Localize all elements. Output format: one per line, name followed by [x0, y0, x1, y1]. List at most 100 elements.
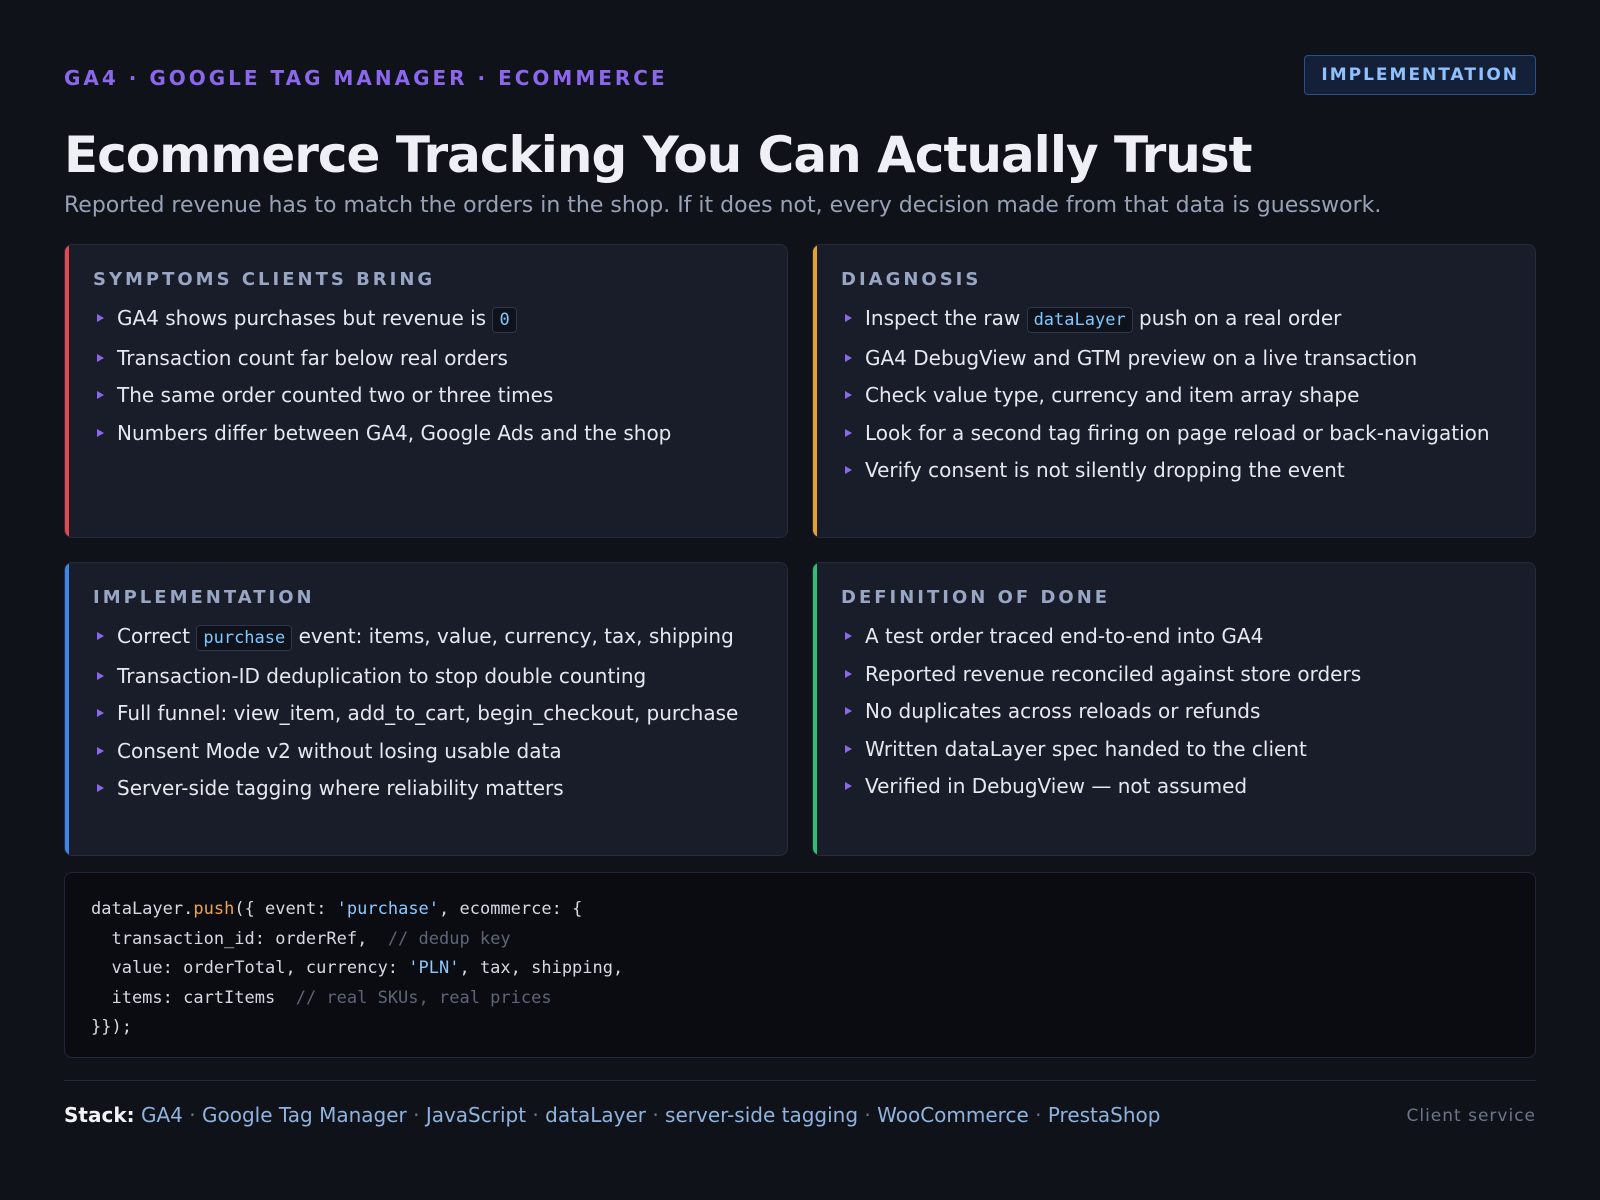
list-item-text: Inspect the raw: [865, 306, 1027, 330]
list-item-text: No duplicates across reloads or refunds: [865, 699, 1261, 723]
list-item-text: Verify consent is not silently dropping …: [865, 458, 1345, 482]
bullet-triangle-icon: [845, 632, 852, 640]
stack-item: PrestaShop: [1047, 1103, 1161, 1127]
list-item: Inspect the raw dataLayer push on a real…: [841, 300, 1511, 340]
bullet-triangle-icon: [97, 428, 104, 437]
list-item: Server-side tagging where reliability ma…: [93, 770, 763, 808]
inline-code: 0: [492, 307, 517, 333]
list-item: Verified in DebugView — not assumed: [841, 768, 1511, 806]
bullet-triangle-icon: [97, 671, 104, 680]
implementation-badge: IMPLEMENTATION: [1304, 55, 1536, 95]
list-item: Check value type, currency and item arra…: [841, 377, 1511, 415]
done-heading: DEFINITION OF DONE: [841, 587, 1111, 608]
inline-code: dataLayer: [1026, 307, 1133, 333]
list-item-text: Look for a second tag firing on page rel…: [865, 420, 1490, 445]
bullet-triangle-icon: [845, 314, 852, 322]
diagnosis-accent-bar: [813, 245, 817, 537]
symptoms-accent-bar: [65, 245, 69, 537]
list-item: GA4 shows purchases but revenue is 0: [93, 300, 763, 340]
bullet-triangle-icon: [845, 466, 852, 474]
list-item: A test order traced end-to-end into GA4: [841, 618, 1511, 656]
list-item-text: event: items, value, currency, tax, ship…: [292, 624, 734, 648]
code-string: 'purchase': [336, 899, 440, 919]
list-item: The same order counted two or three time…: [93, 377, 763, 415]
bullet-triangle-icon: [845, 782, 852, 790]
implementation-accent-bar: [65, 563, 69, 855]
bullet-triangle-icon: [845, 669, 852, 678]
bullet-triangle-icon: [97, 391, 104, 399]
code-text: value: orderTotal, currency:: [91, 958, 409, 978]
bullet-triangle-icon: [97, 784, 104, 792]
footer: Stack: GA4 · Google Tag Manager · JavaSc…: [64, 1103, 1536, 1133]
stack-separator: ·: [645, 1103, 666, 1127]
stack-item: server-side tagging: [665, 1103, 859, 1127]
diagnosis-heading: DIAGNOSIS: [841, 269, 982, 290]
list-item-text: Transaction-ID deduplication to stop dou…: [117, 663, 647, 688]
bullet-triangle-icon: [97, 314, 104, 322]
diagnosis-card: DIAGNOSIS Inspect the raw dataLayer push…: [812, 244, 1536, 538]
code-text: transaction_id: orderRef,: [91, 928, 388, 949]
list-item: Consent Mode v2 without losing usable da…: [93, 733, 763, 771]
code-text: , tax, shipping,: [459, 958, 624, 978]
tech-stack: Stack: GA4 · Google Tag Manager · JavaSc…: [64, 1103, 1160, 1127]
page-subtitle: Reported revenue has to match the orders…: [64, 193, 1382, 218]
list-item-text: push on a real order: [1132, 306, 1342, 330]
list-item-text: Numbers differ between GA4, Google Ads a…: [117, 420, 672, 445]
stack-items: GA4 · Google Tag Manager · JavaScript · …: [141, 1103, 1160, 1127]
code-string: 'PLN': [408, 958, 460, 978]
stack-item: JavaScript: [425, 1103, 527, 1127]
list-item: Numbers differ between GA4, Google Ads a…: [93, 415, 763, 453]
symptoms-list: GA4 shows purchases but revenue is 0 Tran…: [93, 300, 763, 452]
list-item: Transaction count far below real orders: [93, 340, 763, 378]
symptoms-card: SYMPTOMS CLIENTS BRING GA4 shows purchas…: [64, 244, 788, 538]
bullet-triangle-icon: [845, 428, 852, 437]
list-item: GA4 DebugView and GTM preview on a live …: [841, 340, 1511, 378]
code-text: ({ event:: [234, 899, 337, 919]
top-bar: GA4 · GOOGLE TAG MANAGER · ECOMMERCE IMP…: [64, 55, 1536, 97]
implementation-heading: IMPLEMENTATION: [93, 587, 315, 608]
stack-separator: ·: [526, 1103, 546, 1127]
diagnosis-list: Inspect the raw dataLayer push on a real…: [841, 300, 1511, 490]
bullet-triangle-icon: [97, 632, 104, 640]
bullet-triangle-icon: [97, 746, 104, 755]
stack-item: GA4: [140, 1103, 183, 1127]
list-item: Full funnel: view_item, add_to_cart, beg…: [93, 695, 763, 733]
list-item: Look for a second tag firing on page rel…: [841, 415, 1511, 453]
code-comment: // real SKUs, real prices: [295, 987, 552, 1008]
stack-separator: ·: [182, 1103, 202, 1127]
list-item-text: Written dataLayer spec handed to the cli…: [865, 736, 1307, 761]
list-item-text: Verified in DebugView — not assumed: [865, 774, 1248, 798]
definition-of-done-card: DEFINITION OF DONE A test order traced e…: [812, 562, 1536, 856]
bullet-triangle-icon: [97, 709, 104, 717]
stack-item: Google Tag Manager: [201, 1103, 407, 1127]
bullet-triangle-icon: [845, 391, 852, 399]
inline-code: purchase: [196, 625, 293, 651]
stack-separator: ·: [406, 1103, 426, 1127]
implementation-card: IMPLEMENTATION Correct purchase event: i…: [64, 562, 788, 856]
implementation-list: Correct purchase event: items, value, cu…: [93, 618, 763, 808]
list-item-text: Server-side tagging where reliability ma…: [117, 776, 564, 800]
code-comment: // dedup key: [387, 928, 511, 949]
list-item: Correct purchase event: items, value, cu…: [93, 618, 763, 658]
cards-grid: SYMPTOMS CLIENTS BRING GA4 shows purchas…: [64, 244, 1536, 856]
list-item-text: GA4 shows purchases but revenue is: [117, 306, 493, 330]
list-item-text: Check value type, currency and item arra…: [865, 383, 1360, 407]
list-item-text: The same order counted two or three time…: [117, 383, 554, 407]
bullet-triangle-icon: [97, 353, 104, 362]
list-item-text: Full funnel: view_item, add_to_cart, beg…: [117, 701, 739, 725]
list-item-text: Consent Mode v2 without losing usable da…: [117, 738, 562, 763]
list-item-text: Correct: [117, 624, 197, 648]
list-item: Verify consent is not silently dropping …: [841, 452, 1511, 490]
symptoms-heading: SYMPTOMS CLIENTS BRING: [93, 269, 436, 290]
list-item: Reported revenue reconciled against stor…: [841, 656, 1511, 694]
code-text: , ecommerce: {: [439, 899, 583, 919]
stack-item: dataLayer: [545, 1103, 646, 1127]
bullet-triangle-icon: [845, 707, 852, 715]
list-item-text: A test order traced end-to-end into GA4: [865, 624, 1264, 648]
code-function: push: [193, 899, 235, 919]
datalayer-code-block: dataLayer.push({ event: 'purchase', ecom…: [64, 872, 1536, 1058]
page: GA4 · GOOGLE TAG MANAGER · ECOMMERCE IMP…: [64, 55, 1536, 1133]
list-item: No duplicates across reloads or refunds: [841, 693, 1511, 731]
stack-item: WooCommerce: [877, 1103, 1029, 1127]
eyebrow-label: GA4 · GOOGLE TAG MANAGER · ECOMMERCE: [64, 66, 668, 90]
